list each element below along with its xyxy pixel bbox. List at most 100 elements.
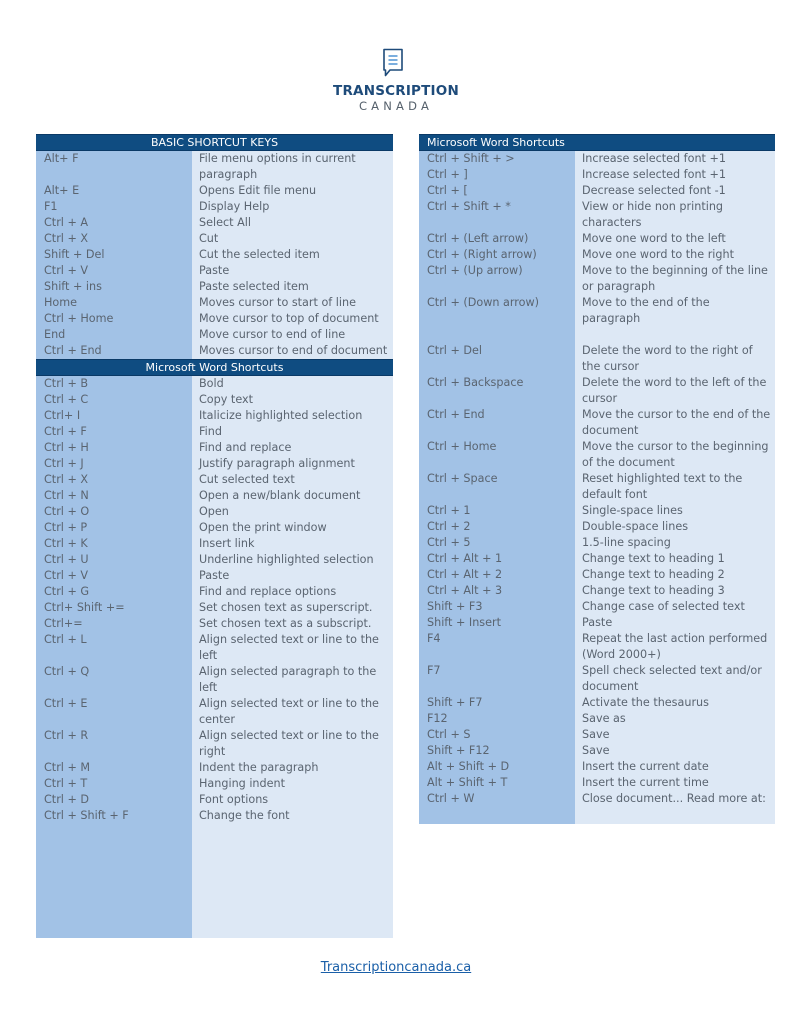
- shortcut-key: Ctrl + (Right arrow): [427, 248, 537, 261]
- basic-shortcut-rows: Alt+ F File menu options in current parag…: [36, 151, 393, 359]
- shortcut-description: Single-space lines: [582, 504, 683, 517]
- shortcut-key: Ctrl + N: [44, 489, 89, 502]
- shortcut-key: Ctrl + Del: [427, 344, 482, 357]
- shortcut-key: Home: [44, 296, 78, 309]
- shortcut-key: F12: [427, 712, 448, 725]
- shortcut-description: Move cursor to top of document: [199, 312, 379, 325]
- shortcut-description: Spell check selected text and/or documen…: [582, 664, 762, 693]
- shortcut-key: Ctrl+ I: [44, 409, 81, 422]
- shortcut-description: Move cursor to end of line: [199, 328, 346, 341]
- shortcut-row: Ctrl + Alt + 1 Change text to heading 1: [419, 551, 775, 567]
- shortcut-key: Ctrl + 2: [427, 520, 471, 533]
- shortcut-row: Ctrl + (Down arrow) Move to the end of th…: [419, 295, 775, 327]
- shortcut-description: Open a new/blank document: [199, 489, 361, 502]
- shortcut-description: Font options: [199, 793, 269, 806]
- shortcut-description: Save: [582, 744, 610, 757]
- shortcut-description: Cut the selected item: [199, 248, 320, 261]
- shortcut-row: Ctrl + C Copy text: [36, 392, 393, 408]
- shortcut-row: Alt + Shift + T Insert the current time: [419, 775, 775, 791]
- shortcut-row: F4 Repeat the last action performed (Word…: [419, 631, 775, 663]
- brand-subtitle: CANADA: [358, 99, 434, 113]
- shortcut-row: Ctrl + F Find: [36, 424, 393, 440]
- shortcut-key: Ctrl + Alt + 3: [427, 584, 503, 597]
- shortcut-description: Copy text: [199, 393, 254, 406]
- right-shortcut-table: Microsoft Word Shortcuts Ctrl + Shift + …: [419, 134, 775, 824]
- shortcut-key: Ctrl + 5: [427, 536, 471, 549]
- shortcut-row: Shift + Insert Paste: [419, 615, 775, 631]
- shortcut-description: Move the cursor to the beginning of the …: [582, 440, 769, 469]
- word-shortcut-rows: Ctrl + B Bold Ctrl + C Copy text Ctrl+ I Ital…: [36, 376, 393, 824]
- shortcut-key: Ctrl + 1: [427, 504, 471, 517]
- shortcut-description: Align selected paragraph to the left: [199, 665, 377, 694]
- shortcut-key: Alt+ F: [44, 152, 79, 165]
- shortcut-key: Ctrl + Home: [427, 440, 497, 453]
- shortcut-description: Change case of selected text: [582, 600, 745, 613]
- shortcut-row: Ctrl + N Open a new/blank document: [36, 488, 393, 504]
- shortcut-row: Ctrl + U Underline highlighted selection: [36, 552, 393, 568]
- shortcut-row: Ctrl + End Move the cursor to the end of …: [419, 407, 775, 439]
- shortcut-key: F4: [427, 632, 441, 645]
- shortcut-row: Ctrl + (Up arrow) Move to the beginning o…: [419, 263, 775, 295]
- shortcut-row: Ctrl + 5 1.5-line spacing: [419, 535, 775, 551]
- shortcut-description: Paste: [582, 616, 613, 629]
- shortcut-description: Align selected text or line to the right: [199, 729, 379, 758]
- left-shortcut-table: BASIC SHORTCUT KEYS Alt+ F File menu opti…: [36, 134, 393, 938]
- shortcut-description: Justify paragraph alignment: [199, 457, 355, 470]
- shortcut-key: Ctrl+=: [44, 617, 83, 630]
- shortcut-key: Shift + ins: [44, 280, 102, 293]
- shortcut-row: Ctrl + L Align selected text or line to t…: [36, 632, 393, 664]
- shortcut-key: Ctrl + End: [44, 344, 102, 357]
- shortcut-description: Moves cursor to start of line: [199, 296, 356, 309]
- shortcut-description: 1.5-line spacing: [582, 536, 671, 549]
- shortcut-description: File menu options in current paragraph: [199, 152, 356, 181]
- shortcut-row: Ctrl + Space Reset highlighted text to th…: [419, 471, 775, 503]
- website-link[interactable]: Transcriptioncanada.ca: [0, 960, 792, 975]
- shortcut-key: Ctrl + W: [427, 792, 475, 805]
- shortcut-description: Change text to heading 3: [582, 584, 725, 597]
- shortcut-row: Shift + Del Cut the selected item: [36, 247, 393, 263]
- shortcut-description: Opens Edit file menu: [199, 184, 317, 197]
- shortcut-key: Ctrl + (Down arrow): [427, 296, 539, 309]
- shortcut-description: Paste: [199, 569, 230, 582]
- shortcut-description: Change the font: [199, 809, 290, 822]
- shortcut-key: Ctrl + L: [44, 633, 87, 646]
- shortcut-row: Ctrl + B Bold: [36, 376, 393, 392]
- shortcut-description: Reset highlighted text to the default fo…: [582, 472, 743, 501]
- shortcut-key: Ctrl + (Left arrow): [427, 232, 529, 245]
- shortcut-row: Ctrl + Alt + 3 Change text to heading 3: [419, 583, 775, 599]
- shortcut-key: Ctrl + D: [44, 793, 90, 806]
- shortcut-description: Move one word to the right: [582, 248, 734, 261]
- shortcut-description: Save as: [582, 712, 626, 725]
- shortcut-key: Ctrl + V: [44, 569, 89, 582]
- shortcut-row: F1 Display Help: [36, 199, 393, 215]
- shortcut-description: Repeat the last action performed (Word 2…: [582, 632, 768, 661]
- shortcut-row: Ctrl+ I Italicize highlighted selection: [36, 408, 393, 424]
- shortcut-row: Ctrl + Shift + > Increase selected font +…: [419, 151, 775, 167]
- shortcut-description: Select All: [199, 216, 251, 229]
- shortcut-key: Ctrl + X: [44, 232, 89, 245]
- shortcut-description: Decrease selected font -1: [582, 184, 726, 197]
- shortcut-description: Move one word to the left: [582, 232, 726, 245]
- section-header-basic: BASIC SHORTCUT KEYS: [36, 134, 393, 151]
- shortcut-key: F1: [44, 200, 58, 213]
- shortcut-row: Ctrl+= Set chosen text as a subscript.: [36, 616, 393, 632]
- shortcut-description: Insert the current date: [582, 760, 709, 773]
- shortcut-key: Ctrl + Shift + *: [427, 200, 511, 213]
- shortcut-row: Ctrl + T Hanging indent: [36, 776, 393, 792]
- shortcut-row: Ctrl + (Right arrow) Move one word to the…: [419, 247, 775, 263]
- section-header-word: Microsoft Word Shortcuts: [36, 359, 393, 376]
- shortcut-description: Move to the end of the paragraph: [582, 296, 710, 325]
- shortcut-description: Change text to heading 2: [582, 568, 725, 581]
- shortcut-key: Ctrl + M: [44, 761, 91, 774]
- shortcut-row: Ctrl + Home Move cursor to top of documen…: [36, 311, 393, 327]
- shortcut-description: Italicize highlighted selection: [199, 409, 363, 422]
- shortcut-description: Find: [199, 425, 222, 438]
- shortcut-description: Double-space lines: [582, 520, 689, 533]
- shortcut-description: Bold: [199, 377, 224, 390]
- shortcut-key: Ctrl + Space: [427, 472, 498, 485]
- shortcut-row: Ctrl + D Font options: [36, 792, 393, 808]
- shortcut-description: Activate the thesaurus: [582, 696, 709, 709]
- shortcut-key: F7: [427, 664, 441, 677]
- shortcut-row: Ctrl + Del Delete the word to the right o…: [419, 343, 775, 375]
- shortcut-key: Alt+ E: [44, 184, 80, 197]
